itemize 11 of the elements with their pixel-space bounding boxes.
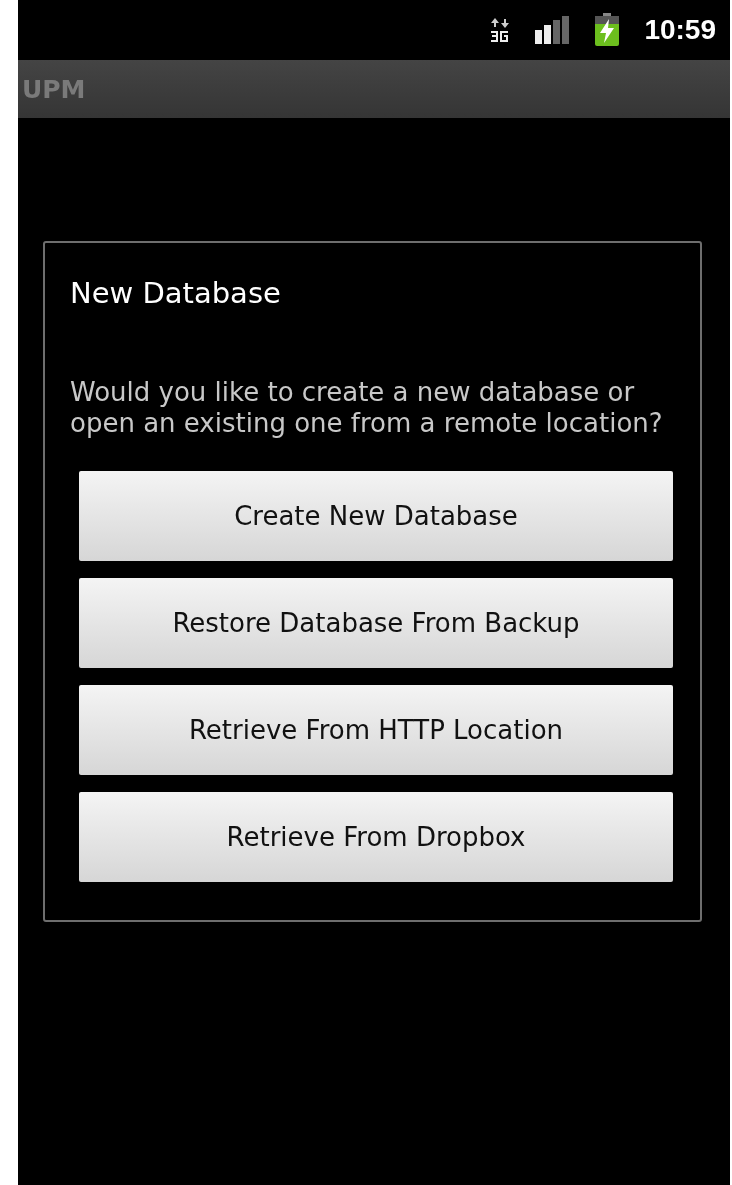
signal-icon: [534, 16, 571, 44]
3g-data-icon: [490, 17, 511, 43]
dialog-button[interactable]: Retrieve From HTTP Location: [79, 685, 673, 775]
battery-charging-icon: [594, 13, 621, 47]
dialog-message: Would you like to create a new database or open an existing one from a remote location?: [70, 377, 664, 439]
clock-time: 10:59: [644, 14, 716, 46]
dialog-button[interactable]: Create New Database: [79, 471, 673, 561]
dialog-title: New Database: [70, 275, 282, 312]
dialog-button[interactable]: Retrieve From Dropbox: [79, 792, 673, 882]
app-title: UPM: [22, 74, 86, 104]
dialog-button[interactable]: Restore Database From Backup: [79, 578, 673, 668]
